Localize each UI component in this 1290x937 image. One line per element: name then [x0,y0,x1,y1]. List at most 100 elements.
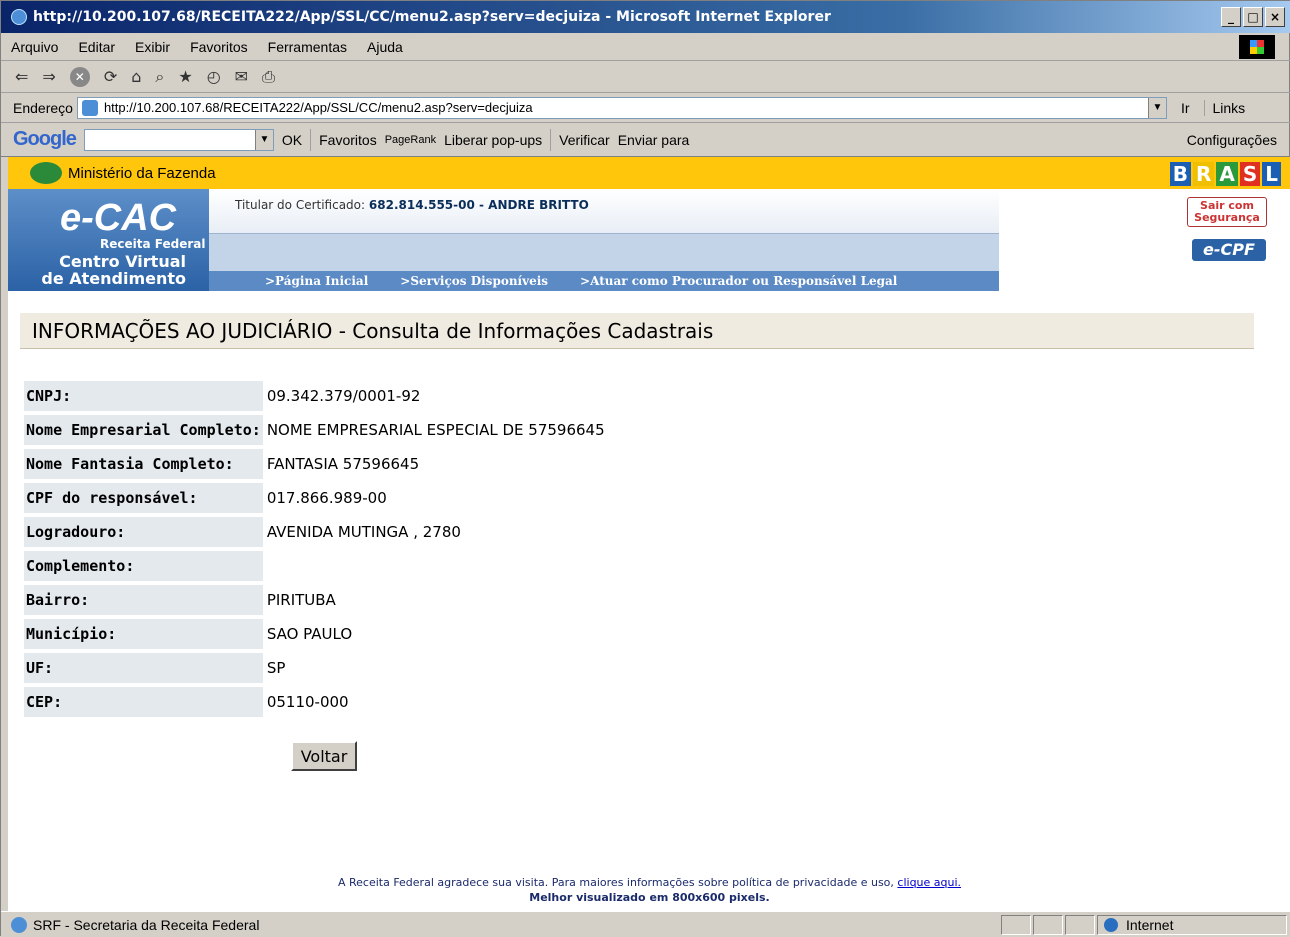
status-cell [1001,914,1031,935]
ministerio-bar: Ministério da Fazenda B R A S L [8,157,1290,189]
cert-label: Titular do Certificado: [235,198,366,212]
nav-servicos[interactable]: >Serviços Disponíveis [400,274,548,288]
footer-best-view: Melhor visualizado em 800x600 pixels. [529,891,770,904]
table-row: CNPJ: 09.342.379/0001-92 [24,381,605,411]
menu-exibir[interactable]: Exibir [125,39,180,55]
privacy-link[interactable]: clique aqui. [897,876,961,889]
certificate-area: Titular do Certificado: 682.814.555-00 -… [209,189,999,233]
footer: A Receita Federal agradece sua visita. P… [8,875,1290,905]
mail-icon[interactable]: ✉ [235,67,248,86]
field-value: FANTASIA 57596645 [266,455,420,473]
google-config-button[interactable]: Configurações [1187,132,1277,148]
minimize-button[interactable]: _ [1221,7,1241,27]
menu-ajuda[interactable]: Ajuda [357,39,413,55]
field-value: 09.342.379/0001-92 [266,387,421,405]
table-row: UF: SP [24,653,605,683]
certificate-info: Titular do Certificado: 682.814.555-00 -… [235,198,589,212]
forward-icon[interactable]: ⇒ [42,67,55,86]
page-icon [11,916,27,933]
status-bar: SRF - Secretaria da Receita Federal Inte… [1,911,1290,937]
web-page: Ministério da Fazenda B R A S L e-CAC Re… [8,157,1290,911]
search-icon[interactable]: ⌕ [155,67,164,87]
google-pagerank[interactable]: PageRank [385,134,436,146]
windows-logo-icon [1239,34,1275,59]
stop-icon[interactable]: ✕ [69,66,90,87]
separator [550,128,552,151]
google-favoritos-button[interactable]: Favoritos [319,132,377,148]
voltar-button[interactable]: Voltar [291,741,357,771]
page-icon [81,99,98,116]
brasil-letter: L [1262,162,1281,186]
table-row: Município: SAO PAULO [24,619,605,649]
field-value: PIRITUBA [266,591,336,609]
field-label: Município: [24,619,263,649]
table-row: CPF do responsável: 017.866.989-00 [24,483,605,513]
ecac-title: e-CAC [60,197,177,239]
nav-procurador[interactable]: >Atuar como Procurador ou Responsável Le… [580,274,897,288]
links-button[interactable]: Links [1203,99,1245,116]
google-dropdown-icon[interactable]: ▼ [254,129,273,150]
ie-icon [11,9,27,25]
globe-icon [1104,917,1118,932]
refresh-icon[interactable]: ⟳ [104,67,117,86]
menu-ferramentas[interactable]: Ferramentas [258,39,357,55]
field-value: NOME EMPRESARIAL ESPECIAL DE 57596645 [266,421,605,439]
brasil-letter: R [1192,162,1215,186]
field-label: CEP: [24,687,263,717]
history-icon[interactable]: ◴ [207,67,221,86]
table-row: Logradouro: AVENIDA MUTINGA , 2780 [24,517,605,547]
nav-pagina-inicial[interactable]: >Página Inicial [265,274,368,288]
address-dropdown-icon[interactable]: ▼ [1147,97,1166,118]
table-row: Nome Fantasia Completo: FANTASIA 57596645 [24,449,605,479]
home-icon[interactable]: ⌂ [131,67,141,86]
google-ok-button[interactable]: OK [282,132,302,148]
google-popups-button[interactable]: Liberar pop-ups [444,132,542,148]
field-value: SAO PAULO [266,625,353,643]
table-row: Nome Empresarial Completo: NOME EMPRESARI… [24,415,605,445]
table-row: Complemento: [24,551,605,581]
field-label: Nome Fantasia Completo: [24,449,263,479]
field-label: Nome Empresarial Completo: [24,415,263,445]
field-value: 05110-000 [266,693,349,711]
security-zone: Internet [1097,914,1287,935]
back-icon[interactable]: ⇐ [15,67,28,86]
ecac-logo[interactable]: e-CAC Receita Federal Centro Virtual de … [8,189,209,291]
address-url[interactable]: http://10.200.107.68/RECEITA222/App/SSL/… [104,100,1148,115]
go-button[interactable]: Ir [1167,100,1204,116]
favorites-icon[interactable]: ★ [178,67,192,86]
receita-federal-label: Receita Federal [100,237,206,251]
separator [310,128,312,151]
title-bar: http://10.200.107.68/RECEITA222/App/SSL/… [1,1,1290,33]
maximize-button[interactable]: □ [1243,7,1263,27]
field-value: AVENIDA MUTINGA , 2780 [266,523,461,541]
cert-value: 682.814.555-00 - ANDRE BRITTO [368,198,589,212]
status-cell [1065,914,1095,935]
brasao-icon [30,162,62,184]
brasil-logo: B R A S L [1169,162,1281,186]
menu-bar: Arquivo Editar Exibir Favoritos Ferramen… [1,33,1290,61]
cv-line-1: Centro Virtual [59,252,186,271]
info-table: CNPJ: 09.342.379/0001-92 Nome Empresarial… [24,377,605,721]
site-nav: >Página Inicial >Serviços Disponíveis >A… [209,271,999,291]
google-toolbar: Google ▼ OK Favoritos PageRank Liberar p… [1,123,1290,157]
field-value: SP [266,659,286,677]
zone-label: Internet [1126,916,1174,933]
table-row: Bairro: PIRITUBA [24,585,605,615]
google-search-input[interactable]: ▼ [83,128,274,151]
window-title: http://10.200.107.68/RECEITA222/App/SSL/… [33,9,831,25]
centro-virtual-label: Centro Virtual de Atendimento [8,253,186,287]
print-icon[interactable]: ⎙ [262,67,275,87]
close-button[interactable]: × [1265,7,1285,27]
menu-favoritos[interactable]: Favoritos [180,39,258,55]
menu-arquivo[interactable]: Arquivo [1,39,68,55]
header-band [209,233,999,271]
google-verificar-button[interactable]: Verificar [559,132,610,148]
field-value: 017.866.989-00 [266,489,387,507]
address-input[interactable]: http://10.200.107.68/RECEITA222/App/SSL/… [76,96,1167,119]
google-enviar-button[interactable]: Enviar para [618,132,690,148]
menu-editar[interactable]: Editar [68,39,125,55]
ecpf-logo[interactable]: e-CPF [1192,239,1266,261]
sair-button[interactable]: Sair com Segurança [1187,197,1267,227]
footer-text: A Receita Federal agradece sua visita. P… [337,876,898,889]
status-text: SRF - Secretaria da Receita Federal [33,916,260,933]
